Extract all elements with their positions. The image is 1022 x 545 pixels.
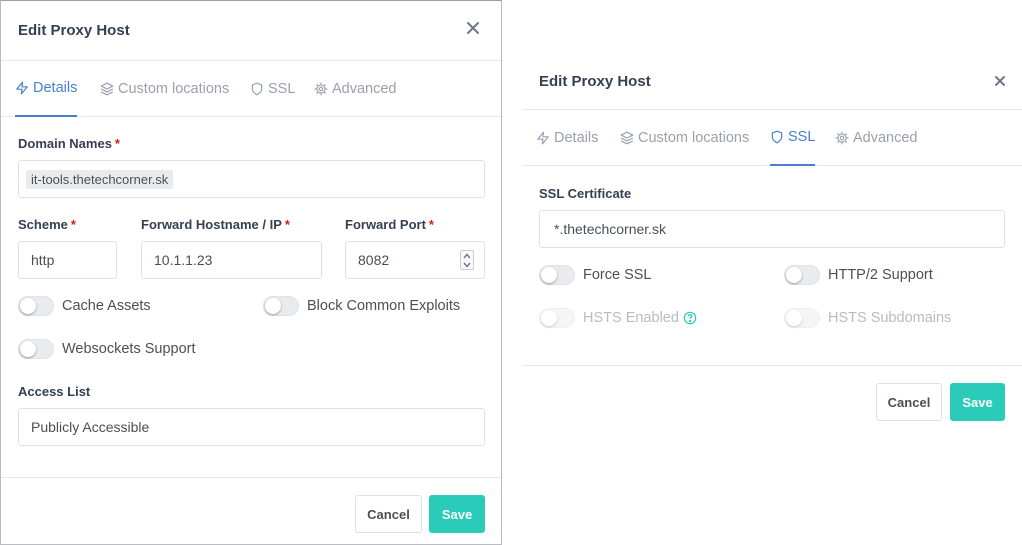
gear-icon [314,82,328,96]
http2-toggle[interactable] [784,265,820,285]
access-list-label: Access List [18,384,91,399]
block-exploits-toggle-row: Block Common Exploits [263,296,460,316]
modal-header: Edit Proxy Host [522,52,1022,110]
websockets-label: Websockets Support [62,341,196,357]
cache-assets-toggle[interactable] [18,296,54,316]
chevron-up-icon[interactable] [463,252,471,259]
tab-ssl[interactable]: SSL [770,110,816,166]
websockets-toggle[interactable] [18,339,54,359]
tab-label: SSL [788,129,816,145]
scheme-label: Scheme * [18,217,76,232]
tab-label: Details [33,80,78,96]
block-exploits-label: Block Common Exploits [307,298,461,314]
tab-label: SSL [268,81,296,97]
ssl-certificate-select[interactable]: *.thetechcorner.sk [539,210,1005,248]
hsts-subdomains-toggle [784,308,820,328]
force-ssl-toggle[interactable] [539,265,575,285]
tab-bar: Details Custom locations SSL Advanced [522,110,1022,166]
cancel-button[interactable]: Cancel [355,495,422,533]
force-ssl-toggle-row: Force SSL [539,265,652,285]
shield-icon [771,130,783,144]
close-icon[interactable] [992,73,1008,89]
scheme-input[interactable]: http [18,241,117,279]
tab-label: Advanced [853,130,918,146]
cache-assets-toggle-row: Cache Assets [18,296,151,316]
hsts-subdomains-toggle-row: HSTS Subdomains [784,308,951,328]
tab-custom-locations[interactable]: Custom locations [100,61,229,117]
cancel-button[interactable]: Cancel [876,383,942,421]
ssl-certificate-label: SSL Certificate [539,186,632,201]
modal-title: Edit Proxy Host [539,73,651,90]
forward-port-value: 8082 [358,252,390,268]
close-icon[interactable] [465,20,481,36]
http2-toggle-row: HTTP/2 Support [784,265,933,285]
domain-chip[interactable]: it-tools.thetechcorner.sk [26,169,174,189]
block-exploits-toggle[interactable] [263,296,299,316]
force-ssl-label: Force SSL [583,267,652,283]
shield-icon [251,82,263,96]
lightning-icon [537,131,549,145]
tab-details[interactable]: Details [536,110,598,166]
gear-icon [835,131,849,145]
domain-names-input[interactable]: it-tools.thetechcorner.sk [18,160,485,198]
cache-assets-label: Cache Assets [62,298,151,314]
domain-names-label: Domain Names * [18,136,120,151]
tab-ssl[interactable]: SSL [250,61,295,117]
tab-label: Custom locations [638,130,750,146]
help-icon[interactable] [683,311,697,325]
http2-label: HTTP/2 Support [828,267,933,283]
tab-advanced[interactable]: Advanced [314,61,397,117]
access-list-select[interactable]: Publicly Accessible [18,408,485,446]
forward-hostname-input[interactable]: 10.1.1.23 [141,241,322,279]
edit-proxy-host-modal-details: Edit Proxy Host Details Custom locations… [0,0,502,545]
layers-icon [100,82,114,96]
modal-title: Edit Proxy Host [18,22,130,39]
port-stepper[interactable] [460,250,474,270]
layers-icon [620,131,634,145]
forward-port-input[interactable]: 8082 [345,241,485,279]
footer-divider [1,477,501,478]
edit-proxy-host-modal-ssl: Edit Proxy Host Details Custom locations… [522,52,1022,452]
websockets-toggle-row: Websockets Support [18,339,196,359]
hsts-label: HSTS Enabled [583,310,679,326]
footer-divider [522,365,1022,366]
hsts-toggle-row: HSTS Enabled [539,308,697,328]
forward-port-label: Forward Port * [345,217,434,232]
tab-label: Advanced [332,81,397,97]
tab-bar: Details Custom locations SSL Advanced [1,61,501,117]
tab-details[interactable]: Details [15,61,78,117]
chevron-down-icon[interactable] [463,262,471,268]
save-button[interactable]: Save [429,495,485,533]
lightning-icon [16,81,28,95]
save-button[interactable]: Save [950,383,1005,421]
hsts-subdomains-label: HSTS Subdomains [828,310,952,326]
tab-custom-locations[interactable]: Custom locations [620,110,749,166]
tab-label: Details [554,130,599,146]
forward-hostname-label: Forward Hostname / IP * [141,217,290,232]
modal-header: Edit Proxy Host [1,1,501,61]
tab-label: Custom locations [118,81,230,97]
tab-advanced[interactable]: Advanced [835,110,918,166]
hsts-toggle [539,308,575,328]
